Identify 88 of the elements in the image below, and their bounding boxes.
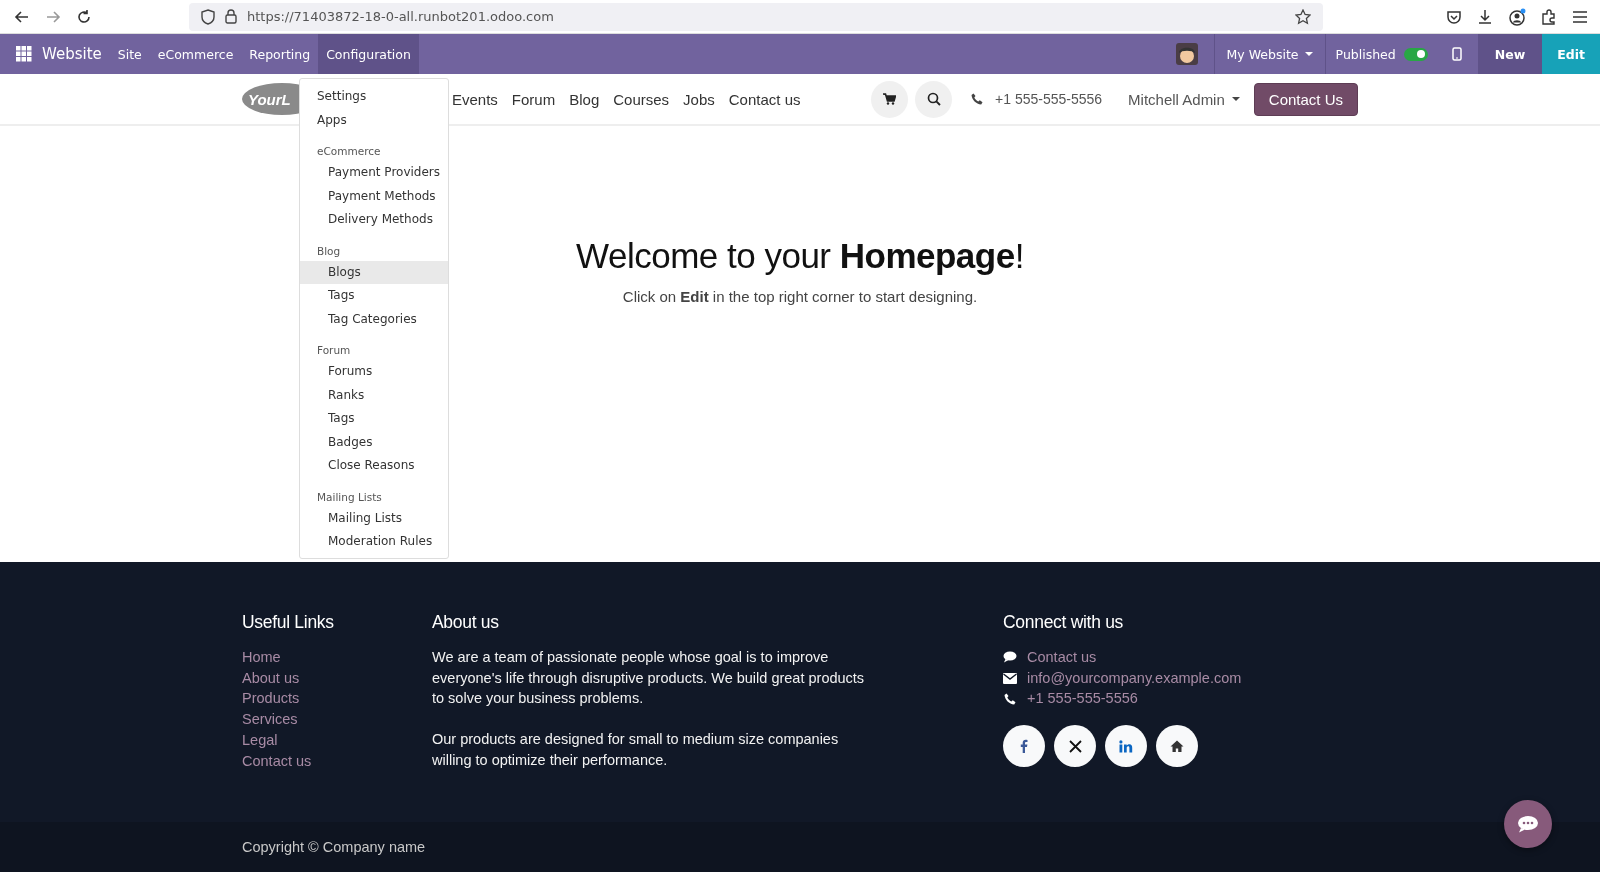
site-nav-link[interactable]: Contact us [728,90,801,108]
cart-button[interactable] [871,80,909,118]
site-nav-link[interactable]: Jobs [683,90,715,108]
account-icon[interactable] [1508,7,1526,26]
footer-link[interactable]: About us [242,667,300,689]
menu-item[interactable]: Badges [300,430,448,454]
hero-title: Welcome to your Homepage! [576,236,1024,276]
contact-us-button[interactable]: Contact Us [1253,82,1358,116]
phone-icon [1003,692,1017,705]
navbar-menu-item[interactable]: eCommerce [149,34,242,74]
published-toggle[interactable] [1403,47,1428,61]
hero-subtitle: Click on Edit in the top right corner to start designing. [622,288,978,305]
copyright-text: Copyright © Company name [242,839,426,855]
mobile-icon[interactable] [1451,47,1462,61]
url-text: https://71403872-18-0-all.runbot201.odoo.com [247,9,554,24]
navbar-menu-item[interactable]: Configuration [318,34,419,74]
lock-icon [225,9,237,24]
navbar-menu-item[interactable]: Reporting [241,34,319,74]
avatar-icon[interactable] [1175,43,1198,65]
about-paragraph: Our products are designed for small to medium size companies willing to optimize their performance. [432,730,840,770]
linkedin-icon [1119,739,1133,753]
search-button[interactable] [915,80,953,118]
shield-icon [201,8,215,25]
menu-item[interactable]: Close Reasons [300,454,448,478]
menu-item[interactable]: Tags [300,407,448,431]
menu-item[interactable]: Moderation Rules [300,530,448,554]
menu-section-header: eCommerce [316,144,382,159]
about-paragraph: We are a team of passionate people whose goal is to improve everyone's life through disruptive products. We build great products to solve your business problems. [432,648,866,709]
caret-icon [1231,97,1240,101]
linkedin-button[interactable] [1105,725,1147,768]
menu-item[interactable]: Payment Methods [300,184,448,208]
footer-heading: About us [432,612,499,633]
footer-link[interactable]: Home [242,647,281,668]
caret-icon [1304,52,1313,56]
navbar-menu-item[interactable]: Site [109,34,150,74]
cart-icon [883,93,897,105]
apps-grid-icon[interactable] [16,46,32,62]
site-nav-link[interactable]: Events [452,90,498,108]
contact-link[interactable]: +1 555-555-5556 [1027,688,1138,710]
star-icon[interactable] [1295,8,1311,25]
forward-icon[interactable] [45,8,61,25]
search-icon [926,92,941,106]
site-nav-link[interactable]: Blog [569,90,600,108]
footer-link[interactable]: Contact us [242,750,312,772]
footer-link[interactable]: Legal [242,729,278,751]
home-button[interactable] [1156,725,1198,768]
facebook-button[interactable] [1003,725,1045,768]
live-chat-button[interactable] [1504,800,1552,848]
app-name[interactable]: Website [42,45,102,63]
published-label: Published [1335,46,1396,62]
menu-item[interactable]: Payment Providers [300,161,448,185]
menu-item[interactable]: Tags [300,284,448,308]
envelope-icon [1003,672,1017,684]
phone-icon [971,93,984,105]
footer-link[interactable]: Services [242,709,298,730]
menu-icon[interactable] [1572,9,1588,24]
extensions-icon[interactable] [1541,8,1557,25]
home-icon [1170,740,1184,753]
site-nav-link[interactable]: Courses [613,90,670,108]
footer-link[interactable]: Products [242,688,300,710]
contact-link[interactable]: info@yourcompany.example.com [1027,667,1242,689]
x-icon [1068,739,1082,753]
menu-section-header: Blog [316,243,342,259]
footer-heading: Connect with us [1003,612,1123,633]
contact-link[interactable]: Contact us [1027,647,1097,668]
phone-number[interactable]: +1 555-555-5556 [995,91,1103,107]
facebook-icon [1020,739,1028,754]
menu-item[interactable]: Delivery Methods [300,208,448,232]
chat-bubble-icon [1003,651,1017,664]
pocket-icon[interactable] [1446,8,1462,25]
footer-heading: Useful Links [242,612,334,633]
menu-item[interactable]: Blogs [300,260,448,284]
new-button[interactable]: New [1477,34,1543,74]
address-bar[interactable]: https://71403872-18-0-all.runbot201.odoo.com [189,2,1323,31]
user-menu[interactable]: Mitchell Admin [1128,90,1240,108]
site-nav-link[interactable]: Forum [511,90,556,108]
x-button[interactable] [1054,725,1096,768]
download-icon[interactable] [1477,8,1493,25]
back-icon[interactable] [14,8,30,25]
reload-icon[interactable] [76,8,92,25]
menu-item[interactable]: Ranks [300,383,448,407]
menu-section-header: Mailing Lists [316,489,383,505]
menu-section-header: Forum [316,343,352,358]
menu-item[interactable]: Tag Categories [300,307,448,331]
menu-item[interactable]: Forums [300,360,448,384]
menu-item[interactable]: Mailing Lists [300,506,448,530]
chat-bubble-icon [1517,815,1539,833]
website-selector[interactable]: My Website [1213,34,1326,74]
